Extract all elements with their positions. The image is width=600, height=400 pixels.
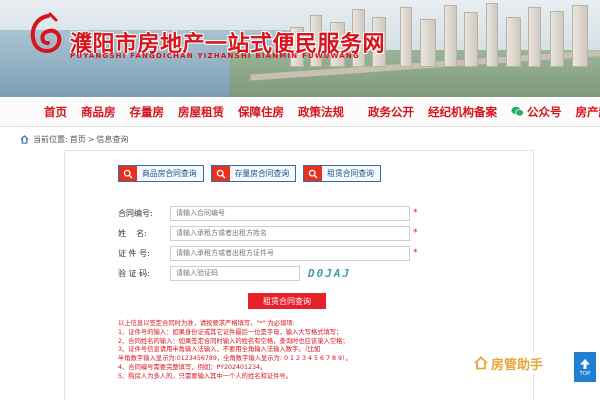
back-to-top-label: TOP (579, 370, 591, 377)
captcha-row: 验 证 码: D0JAJ (118, 265, 351, 281)
name-row: 姓 名: * (118, 225, 418, 241)
search-icon (211, 166, 230, 181)
tab-label: 存量房合同查询 (234, 169, 290, 178)
breadcrumb-separator: > (87, 135, 95, 144)
breadcrumb-home-link[interactable]: 首页 (70, 134, 86, 145)
instructions-heading: 以上信息以签定合同时为准，请按要求严格填写。"*" 为必填项: (118, 320, 295, 327)
nav-item-gov-affairs[interactable]: 政务公开 (368, 104, 414, 120)
nav-item-affordable-housing[interactable]: 保障住房 (238, 104, 284, 120)
id-no-label: 证 件 号: (118, 248, 150, 258)
banner-building (528, 7, 541, 67)
instruction-item: 半角数字输入显示为:0123456789，全角数字输入显示为: 0 1 2 3 … (118, 355, 352, 363)
site-logo-icon (30, 12, 62, 53)
contract-no-row: 合同编号: * (118, 205, 418, 221)
instructions: 以上信息以签定合同时为准，请按要求严格填写。"*" 为必填项: 1、证件号的输入… (118, 320, 408, 382)
header-banner: 濮阳市房地产一站式便民服务网 PUYANGSHI FANGDICHAN YIZH… (0, 0, 600, 97)
nav-item-agency-filing[interactable]: 经纪机构备案 (428, 104, 497, 120)
breadcrumb-current: 信息查询 (96, 135, 129, 144)
tab-label: 租赁合同查询 (327, 169, 374, 178)
nav-item-policies[interactable]: 政策法规 (298, 104, 344, 120)
search-icon (304, 166, 323, 181)
query-tabs: 商品房合同查询 存量房合同查询 租赁合同查询 (118, 165, 388, 182)
required-marker: * (413, 228, 418, 238)
house-icon (474, 356, 488, 370)
main-nav: 首页 商品房 存量房 房屋租赁 保障住房 政策法规 政务公开 经纪机构备案 公众… (0, 97, 600, 127)
watermark: 房管助手 (474, 352, 566, 374)
wechat-icon (511, 106, 524, 117)
captcha-image[interactable]: D0JAJ (308, 267, 351, 280)
banner-building (400, 7, 412, 67)
arrow-up-icon (580, 358, 590, 369)
id-no-row: 证 件 号: * (118, 245, 418, 261)
instruction-item: 3、证件号信息请用半角输入法输入，不要用全角输入法输入数字。（比如 (118, 346, 321, 354)
banner-building (420, 19, 436, 67)
banner-building (486, 3, 498, 67)
nav-item-official-account[interactable]: 公众号 (511, 104, 562, 120)
banner-building (506, 17, 521, 67)
nav-item-property-market[interactable]: 房产超市 (576, 104, 600, 120)
search-icon (119, 166, 137, 181)
contract-no-label: 合同编号: (118, 208, 153, 218)
name-input[interactable] (170, 225, 410, 241)
nav-item-official-account-label: 公众号 (527, 104, 562, 119)
instruction-item: 4、合同编号需要完整填写，例如：PY202401234。 (118, 363, 267, 371)
back-to-top-button[interactable]: TOP (574, 352, 596, 382)
id-no-input[interactable] (170, 245, 410, 261)
instruction-item: 1、证件号的输入：如果身份证或其它证件最后一位是字母，输入大写格式填写； (118, 328, 343, 336)
breadcrumb-prefix: 当前位置: (33, 135, 68, 144)
nav-item-new-homes[interactable]: 商品房 (81, 104, 116, 120)
banner-building (444, 5, 457, 67)
rental-contract-query-button[interactable]: 租赁合同查询 (248, 293, 326, 309)
captcha-input[interactable] (170, 265, 300, 281)
watermark-text: 房管助手 (491, 357, 544, 373)
tab-new-home-contract[interactable]: 商品房合同查询 (118, 165, 204, 182)
contract-no-input[interactable] (170, 205, 410, 221)
captcha-label: 验 证 码: (118, 268, 150, 278)
required-marker: * (413, 248, 418, 258)
home-icon (20, 135, 29, 144)
banner-building (464, 12, 478, 67)
breadcrumb: 当前位置: 首页 > 信息查询 (20, 134, 130, 145)
site-subtitle: PUYANGSHI FANGDICHAN YIZHANSHI BIANMIN F… (70, 52, 360, 60)
tab-rental-contract[interactable]: 租赁合同查询 (303, 165, 381, 182)
banner-building (572, 5, 588, 67)
nav-item-home[interactable]: 首页 (44, 104, 67, 120)
tab-resale-contract[interactable]: 存量房合同查询 (210, 165, 297, 182)
banner-building (550, 11, 564, 67)
nav-item-rental[interactable]: 房屋租赁 (178, 104, 224, 120)
instruction-item: 5、购房人为多人的，只需要输入其中一个人的姓名和证件号。 (118, 372, 293, 380)
name-label: 姓 名: (118, 228, 147, 238)
nav-item-resale-homes[interactable]: 存量房 (130, 104, 165, 120)
tab-label: 商品房合同查询 (142, 169, 197, 178)
required-marker: * (413, 208, 418, 218)
